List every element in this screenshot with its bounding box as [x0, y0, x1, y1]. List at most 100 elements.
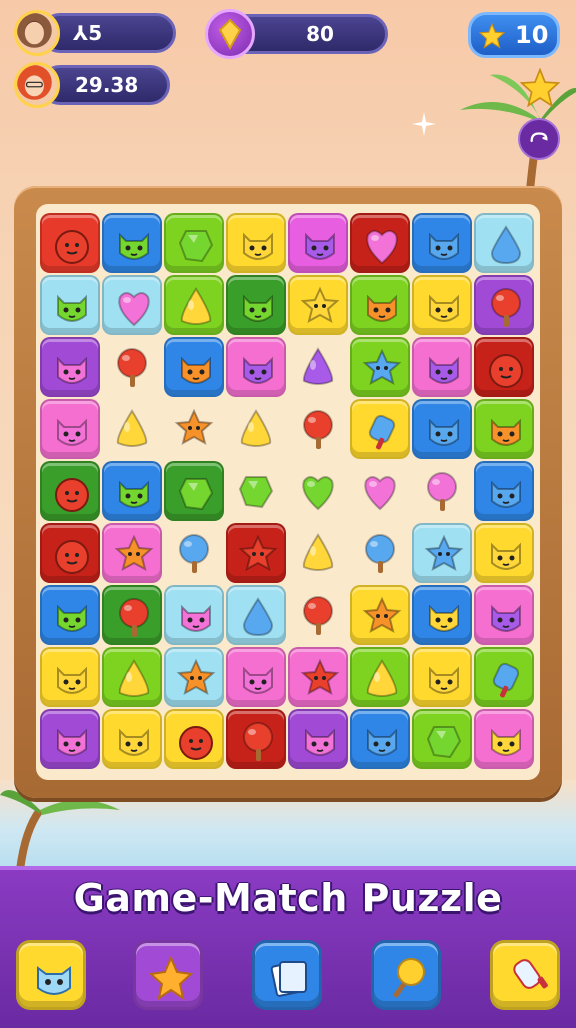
board-tile[interactable]: [288, 709, 348, 769]
board-tile[interactable]: [412, 647, 472, 707]
star-counter-button[interactable]: 10: [468, 12, 560, 58]
board-tile[interactable]: [102, 709, 162, 769]
board-tile[interactable]: [164, 709, 224, 769]
board-tile[interactable]: [474, 709, 534, 769]
yellow-cat-icon: [429, 604, 459, 632]
board-tile[interactable]: [40, 461, 100, 521]
popsicle-booster-button[interactable]: [490, 940, 560, 1010]
board-tile[interactable]: [474, 399, 534, 459]
board-tile[interactable]: [474, 647, 534, 707]
board-tile[interactable]: [226, 337, 286, 397]
board-tile[interactable]: [226, 461, 286, 521]
shuffle-booster-button[interactable]: [252, 940, 322, 1010]
board-tile[interactable]: [226, 399, 286, 459]
blue-lolly-icon: [365, 534, 395, 573]
board-tile[interactable]: [40, 647, 100, 707]
yellow-cone-icon: [180, 287, 212, 325]
board-tile[interactable]: [412, 337, 472, 397]
board-tile[interactable]: [288, 647, 348, 707]
orange-star-icon: [114, 534, 154, 571]
board-tile[interactable]: [412, 709, 472, 769]
board-tile[interactable]: [288, 523, 348, 583]
board-tile[interactable]: [350, 399, 410, 459]
green-cat-icon: [57, 604, 87, 632]
board-tile[interactable]: [40, 709, 100, 769]
board-tile[interactable]: [40, 399, 100, 459]
board-tile[interactable]: [164, 523, 224, 583]
board-tile[interactable]: [474, 337, 534, 397]
bonus-star-icon[interactable]: [520, 68, 560, 108]
board-tile[interactable]: [288, 213, 348, 273]
orange-cat-icon: [491, 418, 521, 446]
board-tile[interactable]: [412, 275, 472, 335]
cat-booster-button[interactable]: [16, 940, 86, 1010]
board-tile[interactable]: [102, 337, 162, 397]
board-tile[interactable]: [474, 523, 534, 583]
board-tile[interactable]: [474, 213, 534, 273]
player2-avatar[interactable]: [14, 62, 60, 108]
pink-cat-icon: [57, 356, 87, 384]
red-blob-icon: [55, 540, 89, 574]
board-tile[interactable]: [474, 461, 534, 521]
board-tile[interactable]: [102, 275, 162, 335]
board-tile[interactable]: [102, 213, 162, 273]
board-tile[interactable]: [102, 585, 162, 645]
board-tile[interactable]: [164, 461, 224, 521]
pink-heart-icon: [118, 292, 150, 327]
board-tile[interactable]: [40, 523, 100, 583]
board-tile[interactable]: [350, 213, 410, 273]
board-tile[interactable]: [164, 337, 224, 397]
board-tile[interactable]: [412, 461, 472, 521]
player1-avatar[interactable]: [14, 10, 60, 56]
board-tile[interactable]: [226, 275, 286, 335]
hammer-booster-button[interactable]: [371, 940, 441, 1010]
board-tile[interactable]: [102, 523, 162, 583]
board-tile[interactable]: [412, 399, 472, 459]
blue-drop-icon: [490, 225, 522, 265]
board-tile[interactable]: [164, 585, 224, 645]
board-tile[interactable]: [350, 585, 410, 645]
board-tile[interactable]: [350, 275, 410, 335]
board-tile[interactable]: [350, 337, 410, 397]
green-gem-icon: [426, 726, 462, 759]
board-tile[interactable]: [288, 337, 348, 397]
board-tile[interactable]: [288, 275, 348, 335]
board-tile[interactable]: [226, 585, 286, 645]
game-board: [36, 204, 540, 780]
board-tile[interactable]: [412, 585, 472, 645]
board-tile[interactable]: [164, 213, 224, 273]
player1-lives-bar: ⅄5: [40, 13, 176, 53]
star-booster-button[interactable]: [133, 940, 203, 1010]
board-tile[interactable]: [350, 461, 410, 521]
game-title: Game-Match Puzzle: [73, 876, 503, 920]
board-tile[interactable]: [412, 523, 472, 583]
board-tile[interactable]: [164, 399, 224, 459]
board-tile[interactable]: [474, 275, 534, 335]
board-tile[interactable]: [102, 461, 162, 521]
board-tile[interactable]: [288, 399, 348, 459]
board-tile[interactable]: [474, 585, 534, 645]
board-tile[interactable]: [164, 275, 224, 335]
blue-cat-icon: [429, 232, 459, 260]
board-tile[interactable]: [40, 585, 100, 645]
board-tile[interactable]: [40, 213, 100, 273]
purple-cone-icon: [302, 347, 334, 385]
board-tile[interactable]: [288, 461, 348, 521]
board-tile[interactable]: [102, 647, 162, 707]
board-tile[interactable]: [102, 399, 162, 459]
board-tile[interactable]: [288, 585, 348, 645]
board-tile[interactable]: [164, 647, 224, 707]
board-tile[interactable]: [350, 523, 410, 583]
chat-bubble-button[interactable]: [518, 118, 560, 160]
board-tile[interactable]: [226, 213, 286, 273]
board-tile[interactable]: [226, 647, 286, 707]
board-tile[interactable]: [350, 709, 410, 769]
yellow-cat-icon: [243, 232, 273, 260]
board-tile[interactable]: [226, 523, 286, 583]
board-tile[interactable]: [40, 337, 100, 397]
board-tile[interactable]: [40, 275, 100, 335]
red-lolly-icon: [303, 410, 333, 449]
board-tile[interactable]: [350, 647, 410, 707]
board-tile[interactable]: [412, 213, 472, 273]
board-tile[interactable]: [226, 709, 286, 769]
